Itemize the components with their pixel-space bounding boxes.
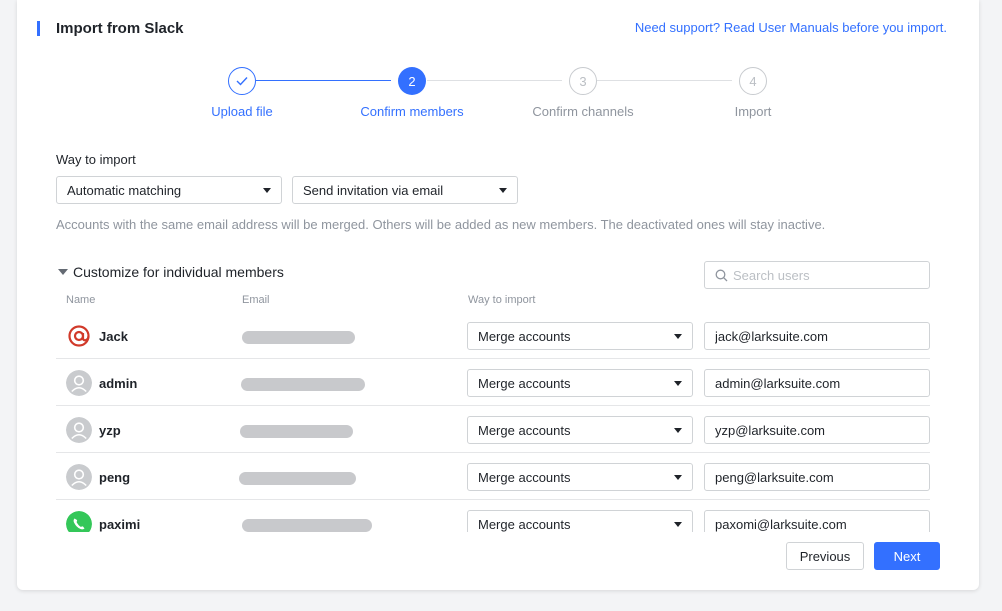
caret-down-icon <box>263 188 271 193</box>
next-button[interactable]: Next <box>874 542 940 570</box>
step-connector-3 <box>597 80 732 81</box>
email-redacted <box>242 519 372 532</box>
caret-down-icon <box>674 522 682 527</box>
way-select-value: Merge accounts <box>478 516 571 532</box>
caret-down-icon <box>674 428 682 433</box>
invitation-select-value: Send invitation via email <box>303 182 444 198</box>
member-name: paximi <box>99 517 141 532</box>
caret-down-icon <box>499 188 507 193</box>
email-redacted <box>240 425 353 438</box>
way-select-value: Merge accounts <box>478 375 571 391</box>
default-user-icon <box>66 464 92 490</box>
default-user-icon <box>66 417 92 443</box>
customize-section-title[interactable]: Customize for individual members <box>73 264 284 280</box>
way-to-import-select[interactable]: Merge accounts <box>467 322 693 350</box>
phone-icon <box>66 511 92 532</box>
target-email-field[interactable] <box>704 463 930 491</box>
target-email-field[interactable] <box>704 416 930 444</box>
merge-hint: Accounts with the same email address wil… <box>56 217 826 232</box>
way-to-import-select[interactable]: Merge accounts <box>467 416 693 444</box>
step-3-marker: 3 <box>569 67 597 95</box>
default-user-icon <box>66 370 92 396</box>
member-name: peng <box>99 470 131 485</box>
way-select-value: Merge accounts <box>478 469 571 485</box>
way-to-import-select[interactable]: Merge accounts <box>467 369 693 397</box>
step-4-marker: 4 <box>739 67 767 95</box>
support-link[interactable]: Need support? Read User Manuals before y… <box>635 20 947 35</box>
caret-down-icon <box>674 381 682 386</box>
member-row: admin Merge accounts <box>56 359 930 406</box>
email-redacted <box>239 472 356 485</box>
step-connector-2 <box>427 80 562 81</box>
matching-select-value: Automatic matching <box>67 182 182 198</box>
page-title: Import from Slack <box>56 20 184 37</box>
way-to-import-select[interactable]: Merge accounts <box>467 510 693 532</box>
member-name: yzp <box>99 423 121 438</box>
way-select-value: Merge accounts <box>478 422 571 438</box>
member-name: admin <box>99 376 138 391</box>
column-header-name: Name <box>66 294 96 306</box>
member-row: yzp Merge accounts <box>56 406 930 453</box>
step-3-label: Confirm channels <box>532 104 634 119</box>
title-accent-bar <box>37 21 40 36</box>
way-to-import-label: Way to import <box>56 152 136 167</box>
way-to-import-select[interactable]: Merge accounts <box>467 463 693 491</box>
email-redacted <box>241 378 365 391</box>
member-row: paximi Merge accounts <box>56 500 930 532</box>
step-2-marker: 2 <box>398 67 426 95</box>
search-input[interactable] <box>733 262 923 288</box>
way-select-value: Merge accounts <box>478 328 571 344</box>
step-connector-1 <box>256 80 391 81</box>
target-email-field[interactable] <box>704 369 930 397</box>
members-list: Jack Merge accounts admin Merge accounts <box>56 312 930 532</box>
caret-down-icon <box>674 334 682 339</box>
member-name: Jack <box>99 329 128 344</box>
search-box[interactable] <box>704 261 930 289</box>
target-email-field[interactable] <box>704 322 930 350</box>
previous-button[interactable]: Previous <box>786 542 864 570</box>
email-redacted <box>242 331 355 344</box>
at-sign-icon <box>66 323 92 349</box>
matching-select[interactable]: Automatic matching <box>56 176 282 204</box>
step-1-label: Upload file <box>211 104 273 119</box>
member-row: peng Merge accounts <box>56 453 930 500</box>
search-icon <box>715 269 728 282</box>
column-header-email: Email <box>242 294 270 306</box>
invitation-select[interactable]: Send invitation via email <box>292 176 518 204</box>
step-4-label: Import <box>734 104 772 119</box>
step-1-check-icon <box>228 67 256 95</box>
member-row: Jack Merge accounts <box>56 312 930 359</box>
collapse-caret-icon[interactable] <box>58 269 68 275</box>
caret-down-icon <box>674 475 682 480</box>
column-header-way: Way to import <box>468 294 536 306</box>
step-2-label: Confirm members <box>360 104 464 119</box>
target-email-field[interactable] <box>704 510 930 532</box>
